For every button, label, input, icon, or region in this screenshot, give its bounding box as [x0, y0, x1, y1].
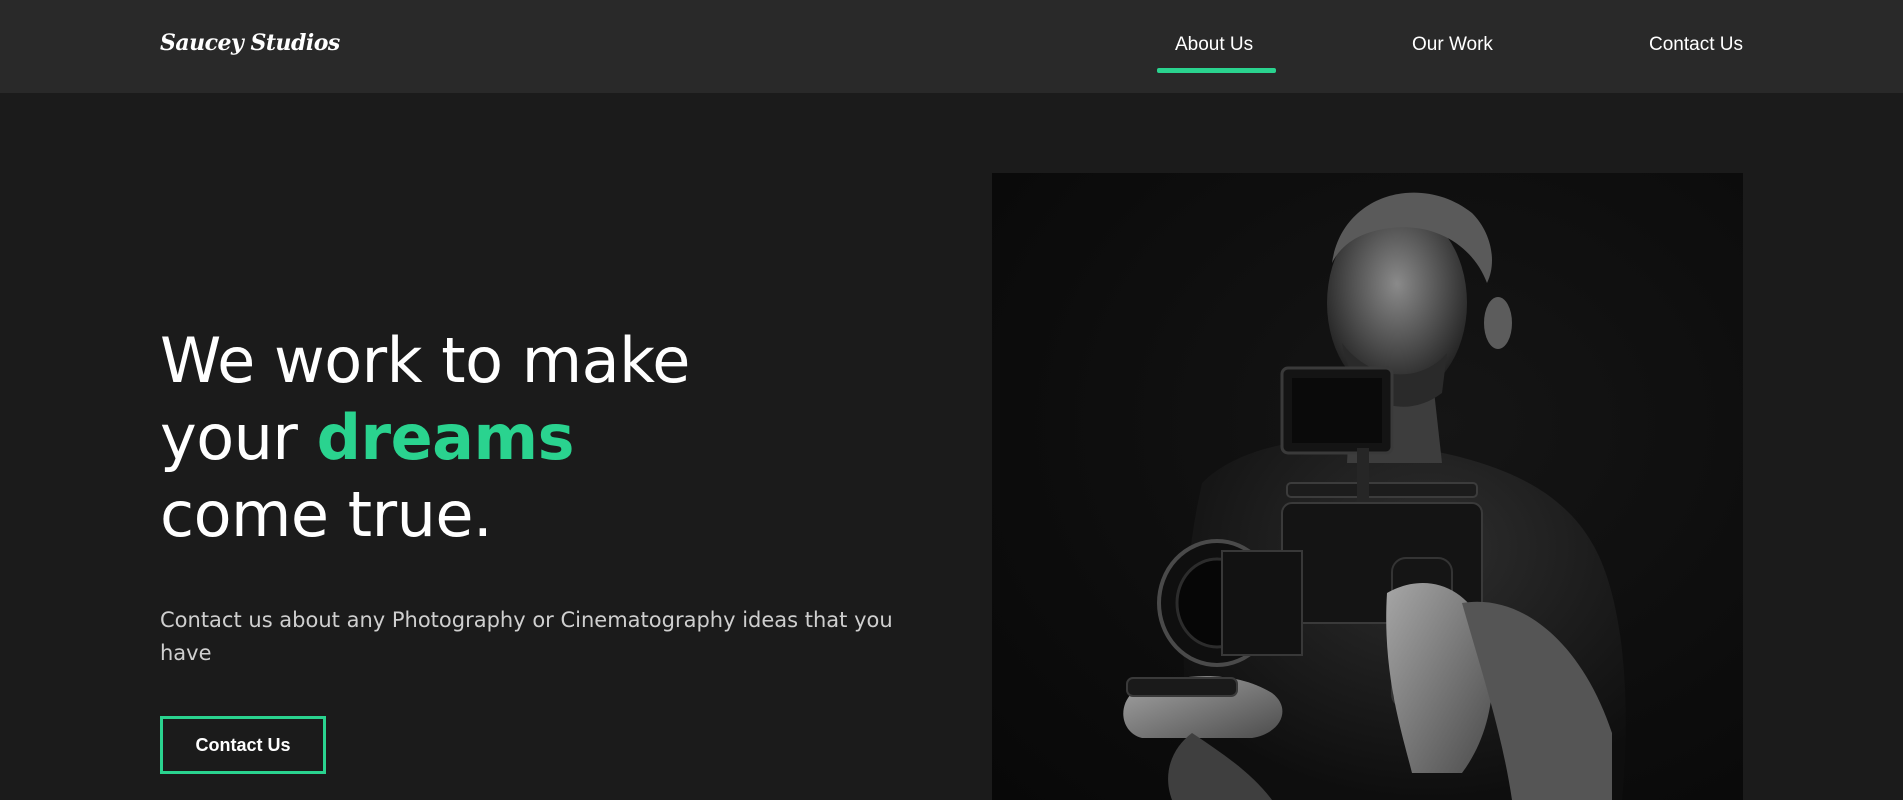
hero-heading-line1: We work to make: [160, 324, 690, 397]
logo[interactable]: Saucey Studios: [160, 30, 340, 56]
nav-link-about-us[interactable]: About Us: [1175, 34, 1253, 56]
hero-subtext: Contact us about any Photography or Cine…: [160, 608, 893, 665]
hero-heading-line3: come true.: [160, 478, 493, 551]
nav-link-contact-us[interactable]: Contact Us: [1649, 34, 1743, 56]
active-nav-underline: [1157, 68, 1276, 73]
hero-heading-line2-prefix: your: [160, 401, 317, 474]
camera-operator-illustration: [1123, 192, 1626, 800]
camera-operator-photo: [992, 173, 1743, 800]
nav-link-our-work[interactable]: Our Work: [1412, 34, 1493, 56]
contact-us-button[interactable]: Contact Us: [160, 716, 326, 774]
hero-heading-accent: dreams: [316, 401, 575, 474]
hero-heading: We work to make your dreams come true.: [160, 322, 690, 553]
navbar: Saucey Studios About Us Our Work Contact…: [0, 0, 1903, 93]
